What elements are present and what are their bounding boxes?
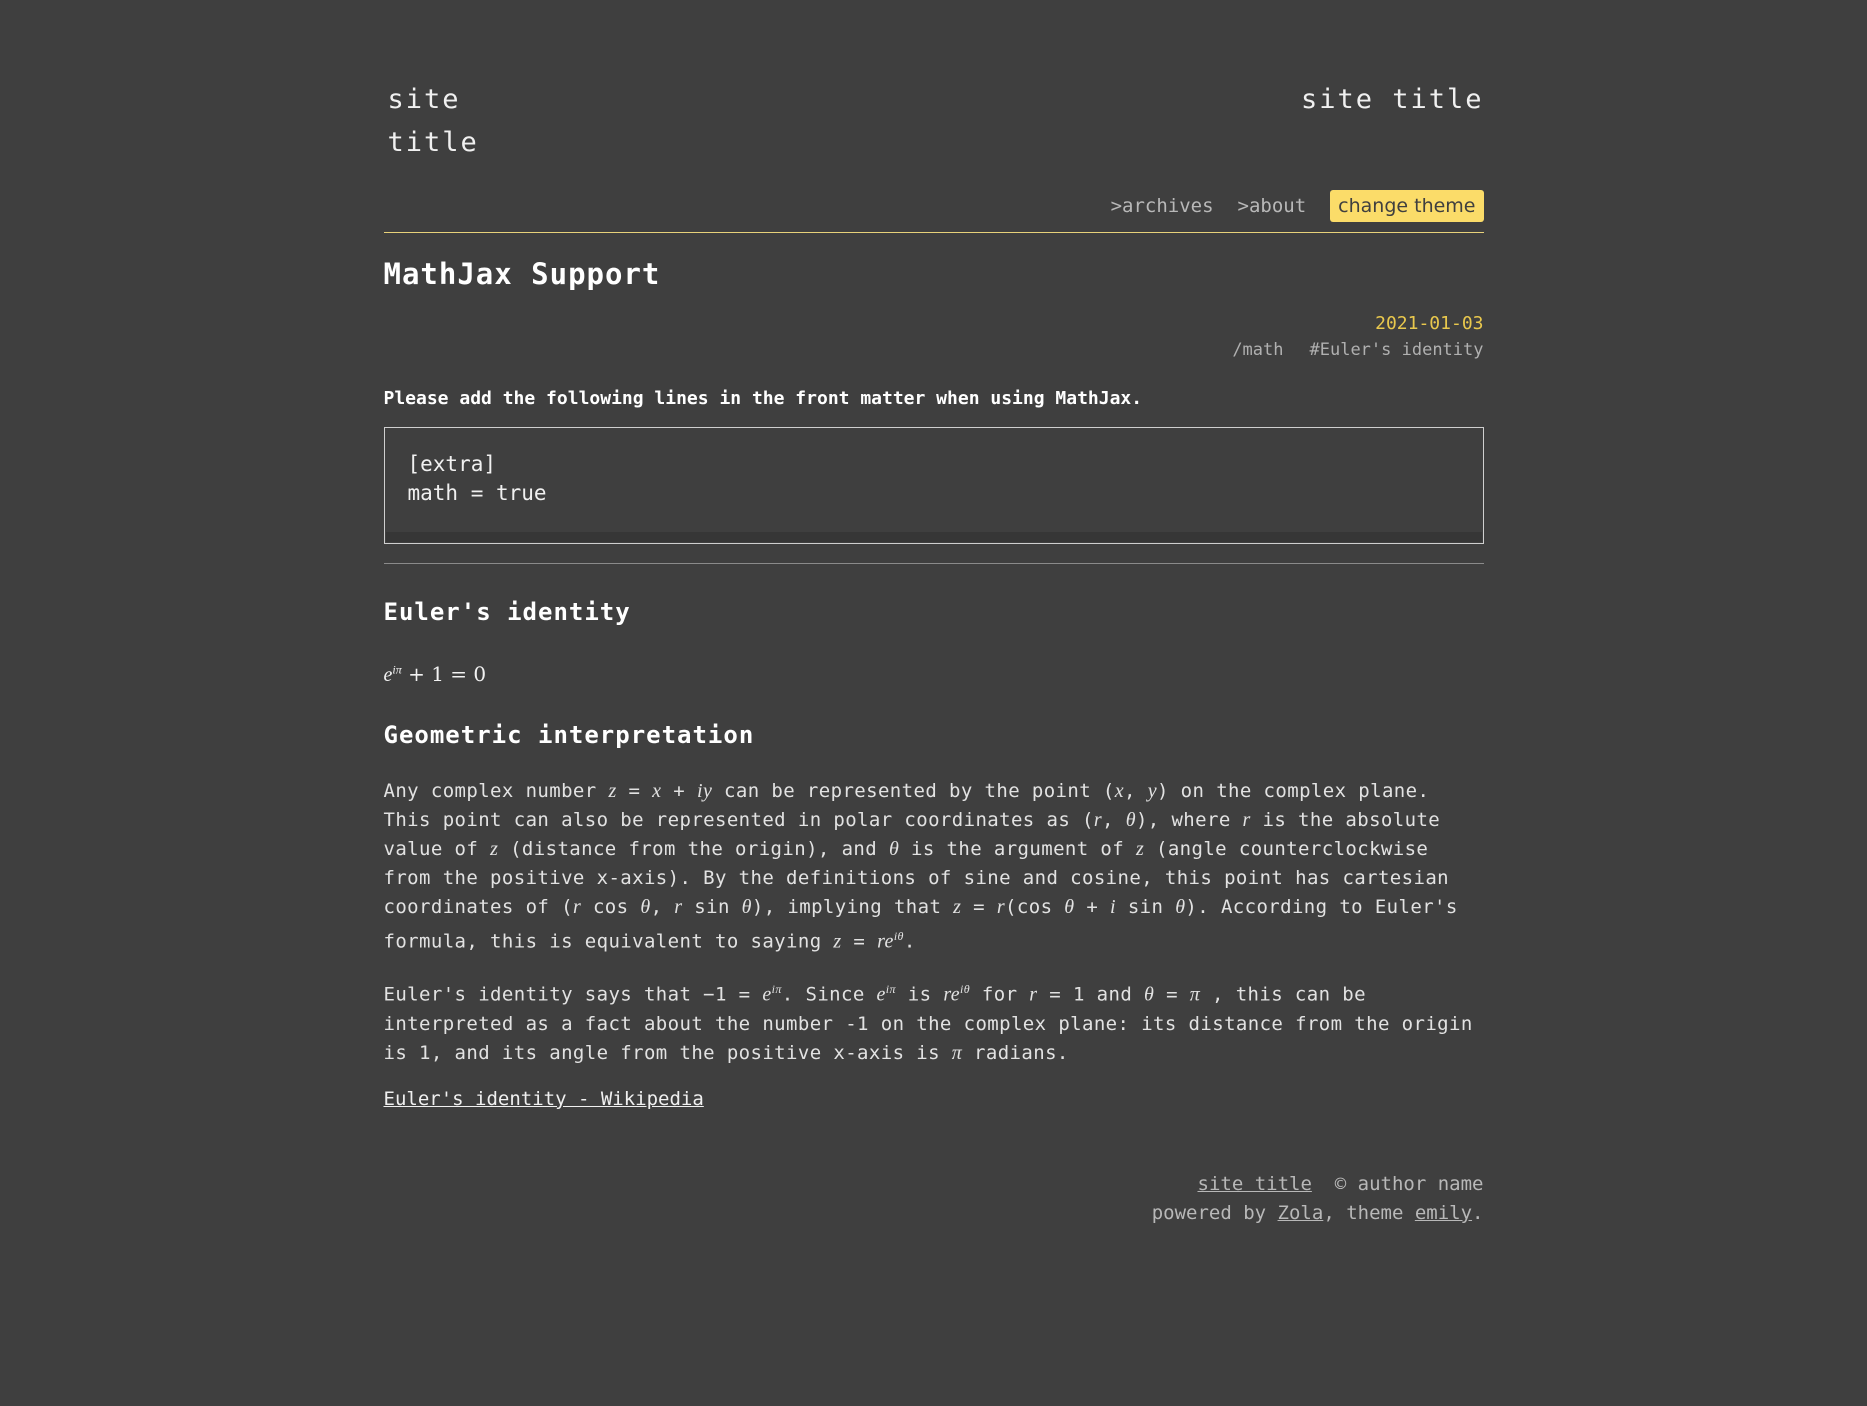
change-theme-button[interactable]: change theme [1330,190,1484,222]
heading-euler-identity: Euler's identity [383,598,631,626]
site-title-left[interactable]: site title [388,78,508,164]
euler-formula: eiπ + 1 = 0 [383,662,487,686]
nav-archives-link[interactable]: >archives [1111,195,1214,217]
code-block: [extra] math = true [383,427,1484,544]
emily-link[interactable]: emily [1415,1202,1472,1224]
post-title: MathJax Support [383,257,661,291]
site-title-right[interactable]: site title [1301,78,1484,121]
footer-period: . [1472,1201,1484,1224]
site-footer: site title © author name powered by Zola… [384,1170,1484,1228]
header-divider [383,232,1484,233]
section-divider [383,563,1484,564]
paragraph-euler-explanation: Euler's identity says that −1 = eiπ. Sin… [383,982,1473,1064]
nav-about-link[interactable]: >about [1238,195,1307,217]
site-header: site title site title >archives >about c… [384,78,1484,232]
post-taxonomies: /math #Euler's identity [384,340,1484,360]
code-line: [extra] [407,452,497,476]
post-date: 2021-01-03 [1375,313,1484,334]
footer-line-1: site title © author name [384,1170,1484,1199]
footer-theme-text: , theme [1323,1201,1404,1224]
footer-line-2: powered by Zola, theme emily. [384,1199,1484,1228]
category-link[interactable]: /math [1232,340,1283,360]
paragraph-geometric: Any complex number z = x + iy can be rep… [383,780,1458,953]
tag-link[interactable]: #Euler's identity [1310,340,1484,360]
page: site title site title >archives >about c… [383,0,1484,1228]
main-nav: >archives >about change theme [1111,190,1484,222]
intro-text: Please add the following lines in the fr… [383,388,1143,409]
footer-copyright: © author name [1334,1172,1484,1195]
footer-powered-by: powered by [1151,1201,1267,1224]
heading-geometric-interpretation: Geometric interpretation [383,721,755,749]
zola-link[interactable]: Zola [1278,1202,1324,1224]
footer-site-title-link[interactable]: site title [1198,1173,1312,1195]
post-meta: 2021-01-03 /math #Euler's identity [384,313,1484,360]
wikipedia-link[interactable]: Euler's identity - Wikipedia [384,1088,704,1110]
code-scrollbar[interactable] [385,532,1482,542]
code-line: math = true [407,481,547,505]
